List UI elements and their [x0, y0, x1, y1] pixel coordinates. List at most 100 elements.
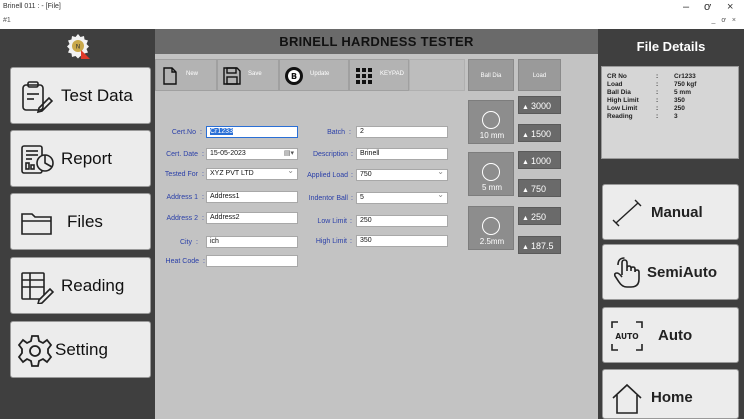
- ball-dia-10mm-button[interactable]: 10 mm: [468, 100, 514, 144]
- update-icon: B: [284, 66, 304, 86]
- toolbar-spacer: [409, 59, 465, 91]
- address1-input[interactable]: Address1: [206, 191, 298, 203]
- mdi-window-controls[interactable]: _ ơ ×: [712, 17, 738, 24]
- load-187-5-button[interactable]: ▲ 187.5: [518, 236, 561, 254]
- update-label: Update: [310, 71, 330, 77]
- city-input[interactable]: ich: [206, 236, 298, 248]
- low-limit-input[interactable]: 250: [356, 215, 448, 227]
- indentor-ball-value: 5: [360, 194, 364, 201]
- load-3000-button[interactable]: ▲ 3000: [518, 96, 561, 114]
- detail-value: 3: [674, 113, 678, 120]
- applied-load-label: Applied Load: [307, 172, 348, 179]
- ball-dia-10mm-label: 10 mm: [479, 131, 505, 140]
- heat-code-label: Heat Code: [165, 258, 199, 265]
- nav-setting-label: Setting: [55, 340, 108, 359]
- maximize-button[interactable]: ơ: [704, 1, 711, 13]
- detail-sep: :: [656, 73, 659, 80]
- report-icon: [19, 143, 55, 177]
- weight-icon: ▲: [522, 244, 529, 251]
- weight-icon: ▲: [522, 104, 529, 111]
- calendar-icon[interactable]: ▤▾: [284, 149, 294, 159]
- measure-icon: [610, 197, 644, 229]
- detail-key: High Limit: [607, 97, 639, 104]
- home-button[interactable]: Home: [602, 369, 739, 419]
- cert-no-value: Cr1233: [210, 128, 233, 135]
- keypad-icon: [354, 66, 374, 86]
- load-750-button[interactable]: ▲ 750: [518, 179, 561, 197]
- nav-files-button[interactable]: Files: [10, 193, 151, 250]
- nav-test-data-button[interactable]: Test Data: [10, 67, 151, 124]
- detail-row: Load: 750 kgf: [607, 81, 738, 89]
- tested-for-select[interactable]: XYZ PVT LTD: [206, 168, 298, 180]
- high-limit-input[interactable]: 350: [356, 235, 448, 247]
- nav-report-button[interactable]: Report: [10, 130, 151, 187]
- save-button[interactable]: Save: [217, 59, 279, 91]
- address2-label: Address 2: [166, 215, 198, 222]
- new-button[interactable]: New: [155, 59, 217, 91]
- load-1000-button[interactable]: ▲ 1000: [518, 151, 561, 169]
- batch-label: Batch: [327, 129, 345, 136]
- address1-label: Address 1: [166, 194, 198, 201]
- applied-load-select[interactable]: 750: [356, 169, 448, 181]
- gear-icon: [17, 334, 53, 368]
- load-header: Load: [518, 59, 561, 91]
- detail-row: Ball Dia: 5 mm: [607, 89, 738, 97]
- high-limit-value: 350: [360, 237, 372, 244]
- svg-text:N: N: [76, 44, 81, 51]
- weight-icon: ▲: [522, 187, 529, 194]
- heat-code-sep: :: [203, 258, 205, 265]
- title-bar: Brinell 011 : - [File] – ơ ×: [0, 0, 744, 16]
- load-1000-label: 1000: [530, 156, 551, 166]
- address1-sep: :: [202, 194, 204, 201]
- weight-icon: ▲: [522, 159, 529, 166]
- ball-dia-2-5mm-button[interactable]: 2.5mm: [468, 206, 514, 250]
- cert-no-label: Cert.No: [171, 129, 196, 136]
- semiauto-button[interactable]: SemiAuto: [602, 244, 739, 300]
- detail-row: Reading: 3: [607, 113, 738, 121]
- city-value: ich: [210, 238, 219, 245]
- nav-test-data-label: Test Data: [61, 86, 133, 105]
- semiauto-label: SemiAuto: [647, 264, 718, 281]
- app-logo-icon: N: [64, 33, 92, 59]
- reading-icon: [19, 270, 55, 306]
- indentor-ball-select[interactable]: 5: [356, 192, 448, 204]
- auto-button[interactable]: AUTO Auto: [602, 307, 739, 363]
- keypad-label: KEYPAD: [380, 71, 404, 77]
- high-limit-label: High Limit: [315, 238, 347, 245]
- ball-dia-5mm-label: 5 mm: [482, 183, 502, 192]
- nav-reading-button[interactable]: Reading: [10, 257, 151, 314]
- batch-input[interactable]: 2: [356, 126, 448, 138]
- save-label: Save: [248, 71, 262, 77]
- cert-no-input[interactable]: Cr1233: [206, 126, 298, 138]
- cert-date-picker[interactable]: 15-05-2023 ▤▾: [206, 148, 298, 160]
- load-250-button[interactable]: ▲ 250: [518, 207, 561, 225]
- manual-button[interactable]: Manual: [602, 184, 739, 240]
- description-label: Description: [312, 151, 348, 158]
- update-button[interactable]: B Update: [279, 59, 349, 91]
- low-limit-sep: :: [350, 218, 352, 225]
- file-details-panel: CR No: Cr1233 Load:750 kgf Ball Dia:5 mm …: [601, 66, 739, 159]
- weight-icon: ▲: [522, 215, 529, 222]
- detail-sep: :: [656, 105, 659, 112]
- home-icon: [610, 382, 644, 414]
- detail-key: Reading: [607, 113, 633, 120]
- detail-sep: :: [656, 81, 659, 88]
- nav-setting-button[interactable]: Setting: [10, 321, 151, 378]
- address2-input[interactable]: Address2: [206, 212, 298, 224]
- ball-dia-5mm-button[interactable]: 5 mm: [468, 152, 514, 196]
- detail-key: Load: [607, 81, 623, 88]
- heat-code-input[interactable]: [206, 255, 298, 267]
- file-details-title: File Details: [636, 39, 706, 54]
- keypad-button[interactable]: KEYPAD: [349, 59, 409, 91]
- cert-no-sep: :: [200, 129, 202, 136]
- description-input[interactable]: Brinell: [356, 148, 448, 160]
- ball-dia-header: Ball Dia: [468, 59, 514, 91]
- batch-sep: :: [349, 129, 351, 136]
- low-limit-value: 250: [360, 217, 372, 224]
- minimize-button[interactable]: –: [683, 1, 689, 13]
- close-button[interactable]: ×: [727, 1, 733, 13]
- load-1500-button[interactable]: ▲ 1500: [518, 124, 561, 142]
- window-title: Brinell 011 : - [File]: [3, 3, 61, 10]
- nav-reading-label: Reading: [61, 276, 125, 295]
- ball-circle-icon: [482, 111, 500, 129]
